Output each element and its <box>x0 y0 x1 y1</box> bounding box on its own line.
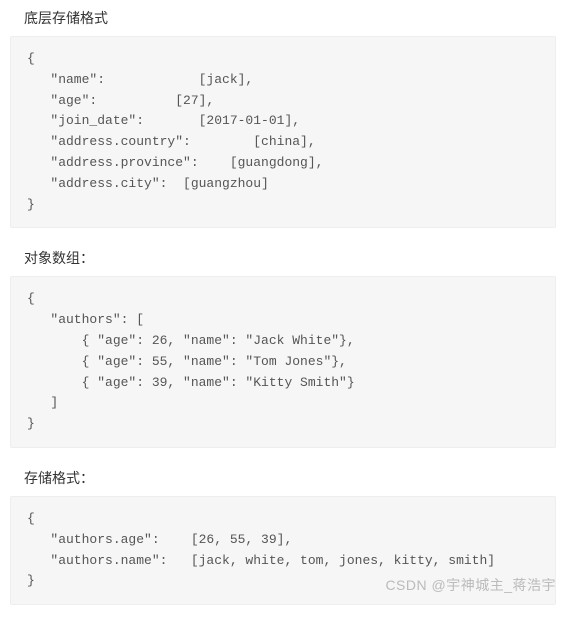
section-title-storage-format-2: 存储格式： <box>0 460 566 496</box>
section-title-storage-format: 底层存储格式 <box>0 0 566 36</box>
code-block-object-array: { "authors": [ { "age": 26, "name": "Jac… <box>10 276 556 448</box>
code-block-storage-format: { "name": [jack], "age": [27], "join_dat… <box>10 36 556 228</box>
watermark-text: CSDN @宇神城主_蒋浩宇 <box>385 575 556 595</box>
section-title-object-array: 对象数组： <box>0 240 566 276</box>
